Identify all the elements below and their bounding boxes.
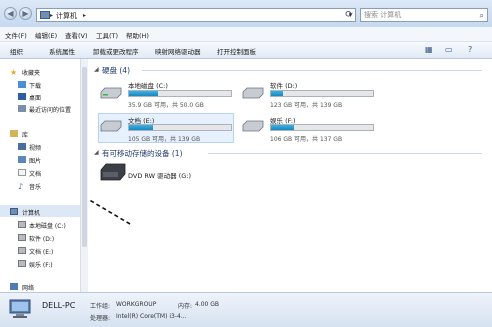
- chevron-right-icon[interactable]: ▸: [50, 12, 53, 19]
- memory-label: 内存:: [178, 303, 193, 310]
- drive-f-info: 106 GB 可用，共 137 GB: [270, 136, 343, 143]
- menu-tools[interactable]: 工具(T): [96, 30, 118, 40]
- memory-value: 4.00 GB: [195, 301, 220, 308]
- refresh-button[interactable]: ⟳: [342, 8, 356, 22]
- library-icon: [10, 130, 18, 137]
- chevron-right-icon[interactable]: ▸: [83, 12, 86, 19]
- nav-library[interactable]: 库: [22, 130, 28, 139]
- group-divider: [142, 70, 482, 71]
- document-icon: [18, 169, 26, 176]
- nav-documents[interactable]: 文档: [29, 169, 41, 178]
- drive-c-info: 35.9 GB 可用，共 50.0 GB: [128, 102, 204, 109]
- scroll-thumb[interactable]: [82, 67, 87, 247]
- pc-name: DELL-PC: [42, 301, 76, 310]
- workgroup-value: WORKGROUP: [116, 301, 157, 308]
- computer-icon: [40, 11, 50, 19]
- organize-button[interactable]: 组织: [10, 46, 23, 56]
- drive-e-usage-fill: [129, 125, 154, 130]
- preview-pane-icon[interactable]: ▭: [445, 45, 453, 54]
- collapse-arrow-icon[interactable]: ◢: [94, 149, 99, 156]
- map-network-drive-button[interactable]: 映射网络驱动器: [155, 46, 201, 56]
- computer-icon: [9, 299, 31, 318]
- menu-view[interactable]: 查看(V): [65, 30, 88, 40]
- drive-icon: [18, 260, 26, 267]
- dvd-drive-icon: [100, 163, 126, 181]
- nav-favorites[interactable]: 收藏夹: [22, 68, 40, 77]
- dvd-drive-name[interactable]: DVD RW 驱动器 (G:): [128, 170, 191, 180]
- drive-icon: [18, 234, 26, 241]
- menu-edit[interactable]: 编辑(E): [35, 30, 57, 40]
- nav-drive-c[interactable]: 本地磁盘 (C:): [29, 221, 66, 230]
- command-toolbar: 组织 系统属性 卸载或更改程序 映射网络驱动器 打开控制面板 ▦ ▭ ?: [0, 42, 492, 59]
- picture-icon: [18, 156, 26, 163]
- drive-d-info: 123 GB 可用，共 139 GB: [270, 102, 343, 109]
- drive-c-usage-fill: [129, 91, 158, 96]
- nav-desktop[interactable]: 桌面: [29, 93, 41, 102]
- drive-f-usage-bar: [270, 124, 374, 131]
- recent-places-icon: [18, 105, 26, 112]
- workgroup-label: 工作组:: [90, 303, 111, 310]
- uninstall-program-button[interactable]: 卸载或更改程序: [93, 46, 139, 56]
- back-button[interactable]: ◀: [4, 7, 17, 20]
- content-pane: ◢ 硬盘 (4) 本地磁盘 (C:) 35.9 GB 可用，共 50.0 GB …: [90, 59, 492, 292]
- download-folder-icon: [18, 81, 26, 88]
- search-icon[interactable]: ⌕: [480, 10, 484, 22]
- drive-d-usage-fill: [271, 91, 284, 96]
- drive-e-usage-bar: [128, 124, 232, 131]
- drive-e-info: 105 GB 可用，共 139 GB: [128, 136, 201, 143]
- menu-file[interactable]: 文件(F): [5, 30, 27, 40]
- hard-drive-icon: [242, 87, 264, 99]
- search-input[interactable]: 搜索 计算机 ⌕: [360, 8, 488, 22]
- nav-drive-e[interactable]: 文档 (E:): [29, 247, 53, 256]
- nav-downloads[interactable]: 下载: [29, 81, 41, 90]
- nav-computer[interactable]: 计算机: [22, 208, 40, 217]
- nav-music[interactable]: 音乐: [29, 182, 41, 191]
- hard-drive-icon: [100, 120, 122, 132]
- nav-network[interactable]: 网络: [22, 283, 34, 292]
- help-icon[interactable]: ?: [468, 45, 472, 54]
- details-pane: DELL-PC 工作组: WORKGROUP 内存: 4.00 GB 处理器: …: [0, 292, 492, 327]
- hard-drive-icon: [242, 120, 264, 132]
- address-bar-region: ◀ ▶ ▸ 计算机 ▸ ▾ ⟳ 搜索 计算机 ⌕: [0, 0, 492, 27]
- open-control-panel-button[interactable]: 打开控制面板: [217, 46, 256, 56]
- group-divider: [208, 153, 482, 154]
- nav-recent-places[interactable]: 最近访问的位置: [29, 105, 71, 114]
- view-options-icon[interactable]: ▦: [425, 45, 433, 54]
- drive-icon: [18, 221, 26, 228]
- sidebar-scrollbar[interactable]: [80, 59, 88, 292]
- menu-help[interactable]: 帮助(H): [126, 30, 149, 40]
- hard-drive-icon: [100, 87, 122, 99]
- group-header-removable[interactable]: 有可移动存储的设备 (1): [102, 148, 183, 159]
- drive-c-name[interactable]: 本地磁盘 (C:): [128, 80, 168, 90]
- drive-icon: [18, 247, 26, 254]
- drive-f-usage-fill: [271, 125, 295, 130]
- video-icon: [18, 143, 26, 150]
- system-properties-button[interactable]: 系统属性: [49, 46, 75, 56]
- group-header-hdd[interactable]: 硬盘 (4): [102, 65, 130, 76]
- forward-button[interactable]: ▶: [19, 7, 32, 20]
- menu-bar: 文件(F) 编辑(E) 查看(V) 工具(T) 帮助(H): [0, 27, 492, 42]
- network-icon: [10, 283, 18, 290]
- nav-pictures[interactable]: 图片: [29, 156, 41, 165]
- drive-c-usage-bar: [128, 90, 232, 97]
- collapse-arrow-icon[interactable]: ◢: [94, 66, 99, 73]
- nav-drive-f[interactable]: 娱乐 (F:): [29, 260, 53, 269]
- address-bar[interactable]: ▸ 计算机 ▸ ▾: [36, 8, 356, 22]
- navigation-pane: ★ 收藏夹 下载 桌面 最近访问的位置 库 视频 图片 文档 ♪ 音乐 计算机 …: [0, 59, 80, 292]
- music-icon: ♪: [18, 182, 24, 191]
- processor-label: 处理器:: [90, 315, 111, 322]
- nav-videos[interactable]: 视频: [29, 143, 41, 152]
- star-icon: ★: [10, 68, 18, 77]
- computer-icon: [10, 208, 18, 215]
- desktop-icon: [18, 93, 26, 100]
- processor-value: Intel(R) Core(TM) i3-4...: [116, 313, 187, 320]
- address-path: 计算机: [56, 12, 77, 20]
- drive-d-usage-bar: [270, 90, 374, 97]
- drive-d-name[interactable]: 软件 (D:): [270, 80, 297, 90]
- nav-drive-d[interactable]: 软件 (D:): [29, 234, 54, 243]
- search-placeholder: 搜索 计算机: [364, 11, 402, 19]
